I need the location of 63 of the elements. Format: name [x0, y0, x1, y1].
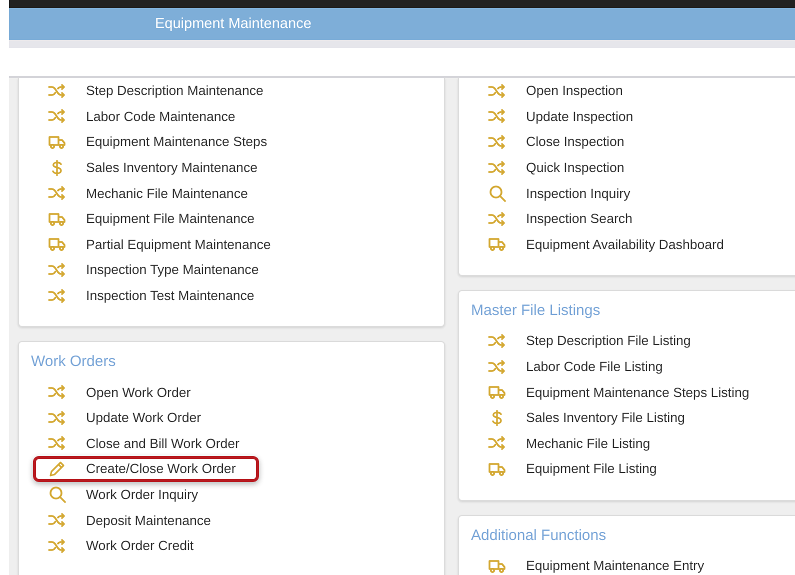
shuffle-icon — [488, 84, 506, 98]
menu-item[interactable]: Inspection Inquiry — [473, 180, 654, 206]
shuffle-icon — [488, 436, 506, 450]
menu-item[interactable]: Close and Bill Work Order — [33, 430, 262, 456]
menu-item[interactable]: Labor Code Maintenance — [33, 104, 258, 130]
menu-item[interactable]: Equipment Maintenance Entry — [473, 552, 728, 575]
shuffle-icon — [48, 538, 66, 553]
menu-item[interactable]: Open Work Order — [33, 379, 214, 405]
shuffle-icon — [488, 109, 506, 124]
shuffle-icon — [48, 513, 66, 528]
menu-item[interactable]: Update Inspection — [473, 104, 656, 130]
shuffle-icon — [48, 186, 66, 200]
menu-item[interactable]: Equipment File Listing — [473, 456, 680, 482]
menu-item[interactable]: Update Work Order — [33, 404, 224, 431]
menu-item[interactable]: Partial Equipment Maintenance — [33, 232, 294, 258]
shuffle-icon — [488, 134, 506, 149]
menu-item[interactable]: Close Inspection — [473, 129, 648, 155]
dollar-icon — [491, 410, 503, 426]
menu-item[interactable]: Labor Code File Listing — [473, 354, 686, 380]
shuffle-icon — [48, 262, 66, 277]
truck-icon — [48, 237, 66, 252]
search-icon — [488, 184, 506, 202]
shuffle-icon — [48, 436, 66, 450]
menu-item[interactable]: Sales Inventory Maintenance — [33, 154, 280, 180]
shuffle-icon — [488, 360, 506, 374]
menu-item[interactable]: Quick Inspection — [473, 154, 648, 180]
menu-item[interactable]: Create/Close Work Order — [33, 456, 259, 482]
menu-item[interactable]: Equipment Maintenance Steps Listing — [473, 379, 772, 405]
shuffle-icon — [48, 109, 66, 124]
menu-item[interactable]: Work Order Credit — [33, 532, 217, 558]
menu-item[interactable]: Inspection Type Maintenance — [33, 257, 282, 283]
menu-item[interactable]: Inspection Test Maintenance — [33, 282, 278, 308]
search-icon — [48, 486, 66, 504]
menu-item[interactable]: Sales Inventory File Listing — [473, 404, 708, 431]
truck-icon — [488, 237, 506, 252]
dollar-icon — [51, 160, 63, 176]
truck-icon — [48, 212, 66, 226]
truck-icon — [488, 385, 506, 400]
menu-item[interactable]: Work Order Inquiry — [33, 482, 222, 508]
shuffle-icon — [488, 212, 506, 226]
shuffle-icon — [48, 410, 66, 425]
menu-item[interactable]: Equipment Availability Dashboard — [473, 232, 747, 258]
menu-item[interactable]: Mechanic File Maintenance — [33, 180, 271, 206]
shuffle-icon — [48, 84, 66, 98]
menu-item[interactable]: Equipment Maintenance Steps — [33, 129, 290, 155]
truck-icon — [488, 462, 506, 476]
truck-icon — [48, 134, 66, 149]
shuffle-icon — [488, 160, 506, 175]
menu-item[interactable]: Inspection Search — [473, 206, 656, 232]
card-title: Master File Listings — [470, 301, 602, 322]
menu-item[interactable]: Mechanic File Listing — [473, 430, 674, 456]
menu-item[interactable]: Step Description File Listing — [473, 328, 714, 354]
menu-item[interactable]: Open Inspection — [473, 78, 646, 104]
page-title: Equipment Maintenance — [155, 16, 312, 32]
shuffle-icon — [48, 385, 66, 400]
menu-item[interactable]: Step Description Maintenance — [33, 78, 286, 104]
pencil-icon — [49, 460, 65, 477]
menu-item[interactable]: Deposit Maintenance — [33, 507, 234, 533]
shuffle-icon — [48, 288, 66, 303]
shuffle-icon — [488, 334, 506, 348]
card-title: Additional Functions — [470, 526, 608, 546]
menu-item[interactable]: Equipment File Maintenance — [33, 206, 278, 232]
card-title: Work Orders — [30, 352, 117, 372]
